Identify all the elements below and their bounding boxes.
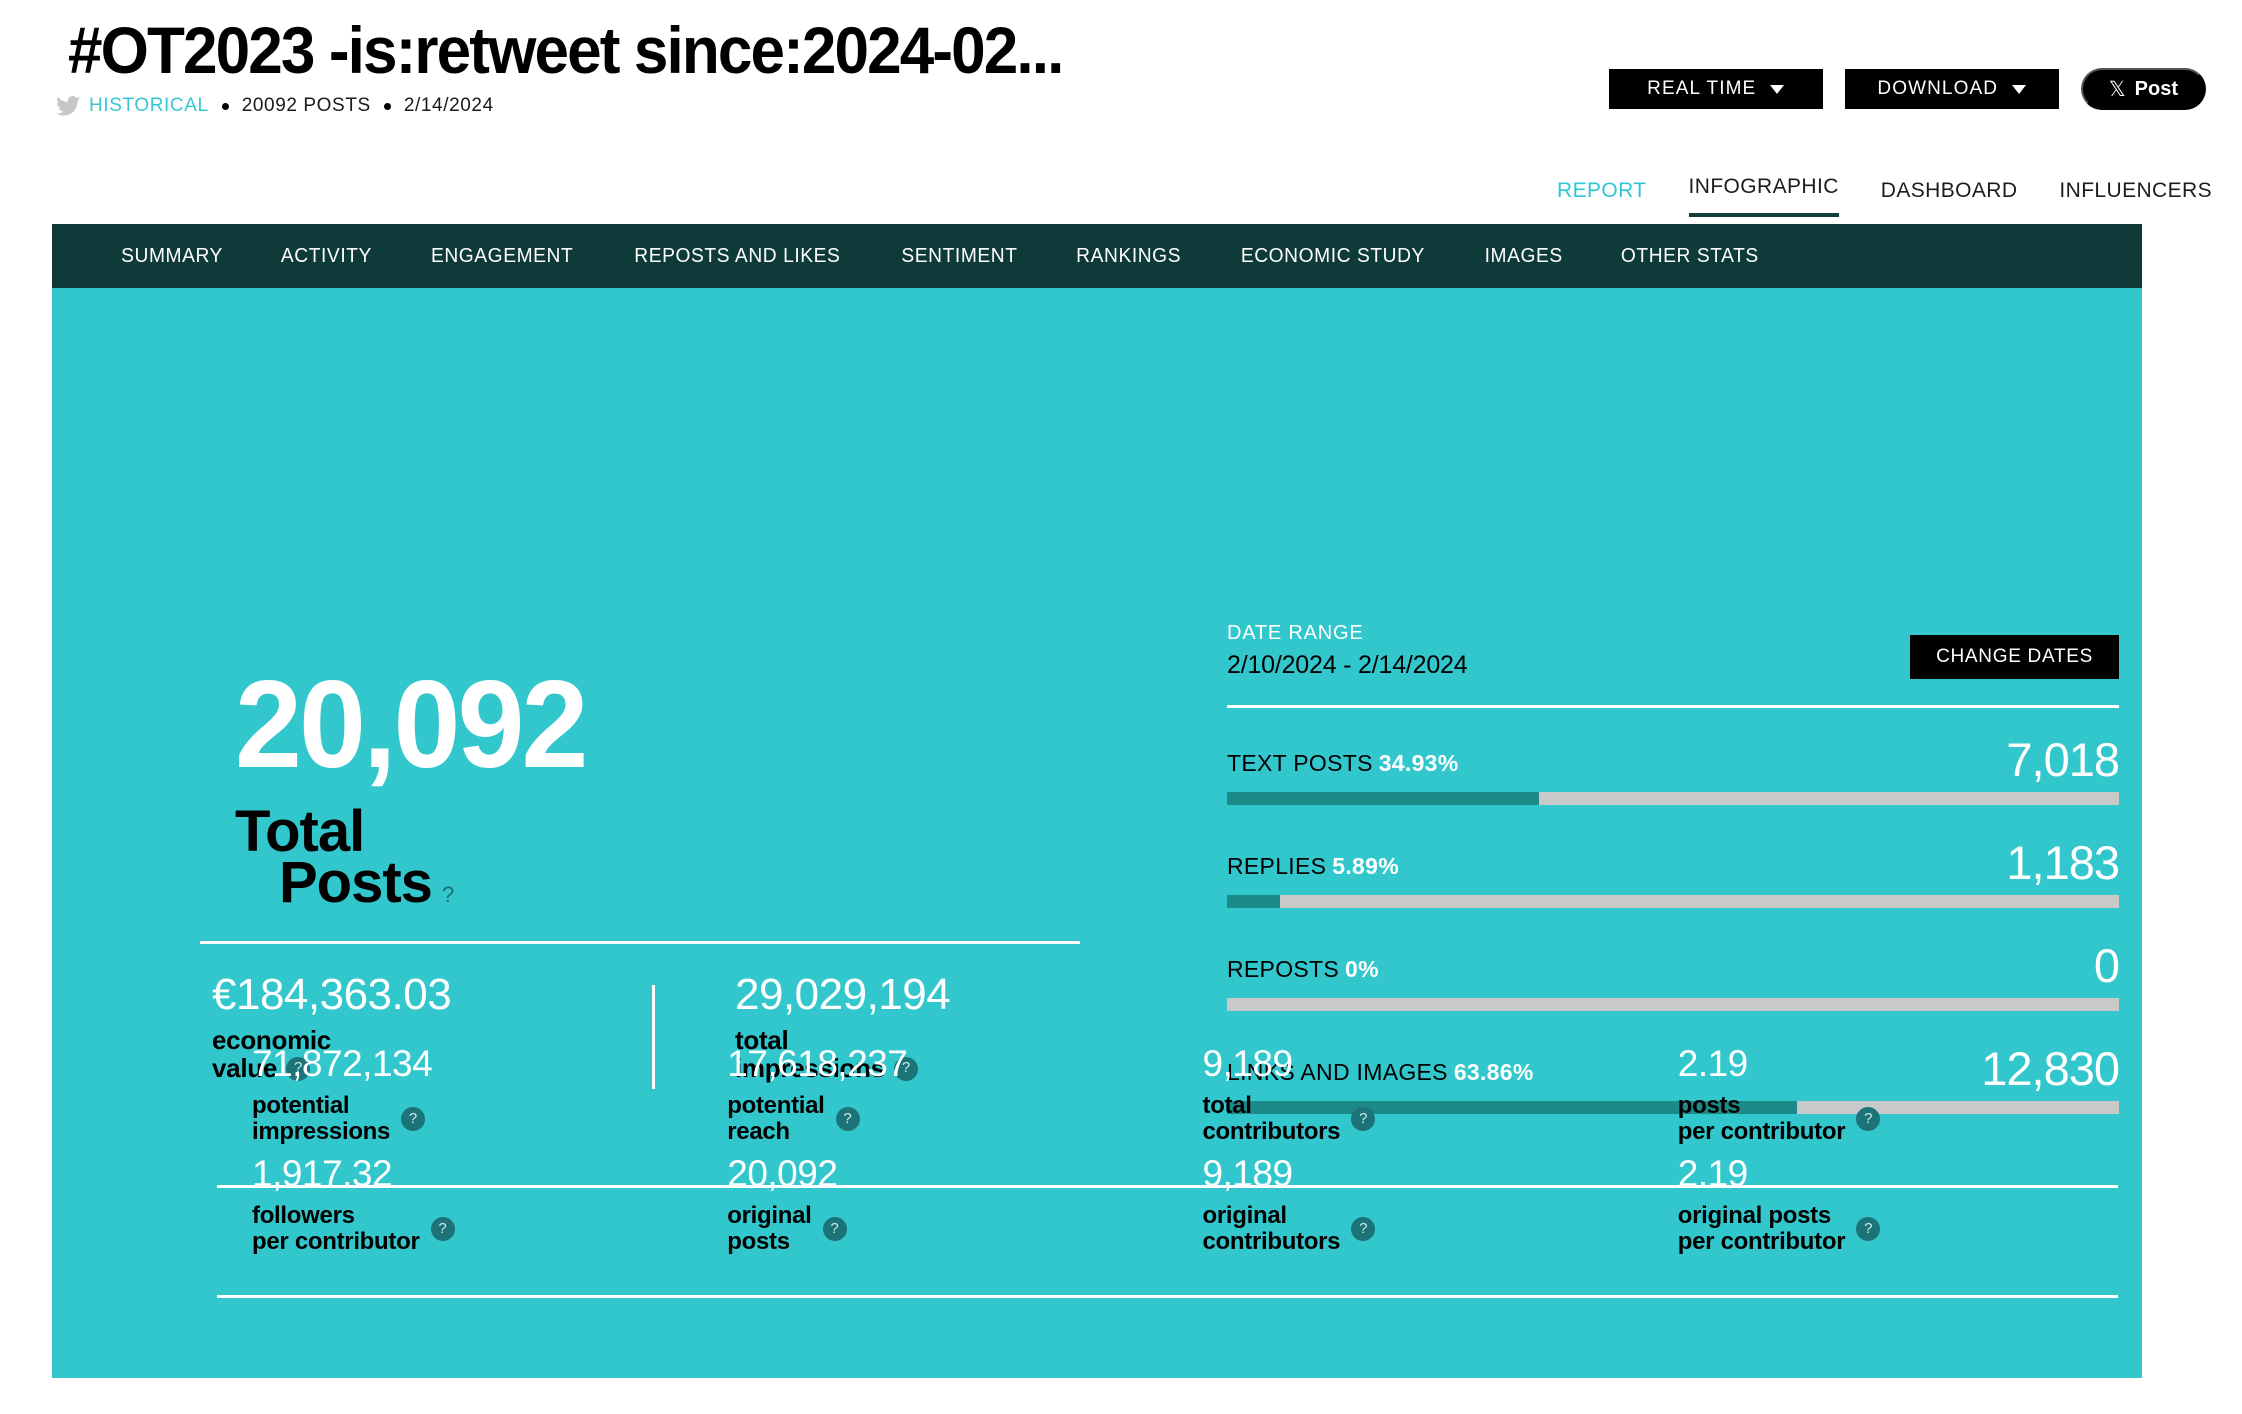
progress-track [1227,895,2119,908]
page-header: #OT2023 -is:retweet since:2024-02... HIS… [0,0,2242,224]
metric-label: original contributors [1202,1202,1341,1255]
subnav-item-other-stats[interactable]: OTHER STATS [1595,245,1785,268]
subtitle-post-count: 20092 POSTS [241,95,371,116]
total-posts-label-text: Posts [279,850,433,915]
section-navbar: SUMMARY ACTIVITY ENGAGEMENT REPOSTS AND … [52,224,2142,288]
help-icon[interactable]: ? [1351,1216,1376,1241]
metric-original-posts-per-contributor: 2.19 original posts per contributor ? [1643,1155,2118,1255]
left-divider [200,941,1080,944]
tab-infographic[interactable]: INFOGRAPHIC [1688,175,1839,217]
breakdown-count-reposts: 0 [2093,939,2120,992]
breakdown-percent-reposts: 0% [1345,956,1379,982]
metric-label: original posts [727,1202,812,1255]
breakdown-row-text-posts: TEXT POSTS 34.93% 7,018 [1227,733,2120,805]
real-time-label: REAL TIME [1647,78,1757,99]
tab-report[interactable]: REPORT [1557,179,1647,217]
metrics-row-2: 1,917.32 followers per contributor ? 20,… [217,1155,2118,1255]
subnav-item-rankings[interactable]: RANKINGS [1050,245,1207,268]
breakdown-label-text-posts: TEXT POSTS [1227,750,1373,776]
twitter-bird-icon [56,96,80,116]
metric-total-contributors: 9,189 total contributors ? [1168,1045,1643,1145]
breakdown-label-replies: REPLIES [1227,853,1327,879]
breakdown-count-text-posts: 7,018 [2006,733,2120,786]
metric-value: 71,872,134 [252,1043,433,1084]
chevron-down-icon [2012,84,2027,94]
metric-value: 20,092 [727,1153,838,1194]
metric-followers-per-contributor: 1,917.32 followers per contributor ? [217,1155,692,1255]
progress-track [1227,792,2119,805]
total-posts-value: 20,092 [235,656,588,794]
metrics-divider-2 [217,1295,2118,1298]
metric-label: posts per contributor [1677,1092,1846,1145]
metric-value: 17,618,237 [727,1043,908,1084]
separator-dot [221,102,229,110]
subnav-item-summary[interactable]: SUMMARY [95,245,249,268]
page-title: #OT2023 -is:retweet since:2024-02... [68,13,1064,87]
tab-influencers[interactable]: INFLUENCERS [2059,179,2212,217]
metric-value: 1,917.32 [252,1153,393,1194]
total-posts-label-line2: Posts ? [279,850,454,915]
metric-label: total contributors [1202,1092,1341,1145]
subtitle-date: 2/14/2024 [403,95,494,116]
progress-fill [1227,895,1280,908]
breakdown-percent-replies: 5.89% [1332,853,1399,879]
x-post-button[interactable]: 𝕏 Post [2080,68,2206,110]
progress-track [1227,998,2119,1011]
change-dates-button[interactable]: CHANGE DATES [1910,635,2119,679]
subnav-item-sentiment[interactable]: SENTIMENT [875,245,1043,268]
post-label: Post [2134,77,2178,100]
x-logo-icon: 𝕏 [2108,77,2126,101]
metric-original-posts: 20,092 original posts ? [692,1155,1167,1255]
subtitle-source[interactable]: HISTORICAL [89,95,209,117]
breakdown-row-replies: REPLIES 5.89% 1,183 [1227,836,2120,908]
subnav-item-engagement[interactable]: ENGAGEMENT [405,245,599,268]
report-body: 20,092 Total Posts ? €184,363.03 economi… [52,288,2142,1378]
breakdown-percent-text-posts: 34.93% [1378,750,1459,776]
help-icon[interactable]: ? [835,1106,860,1131]
subnav-item-images[interactable]: IMAGES [1459,245,1589,268]
right-divider [1227,705,2119,708]
download-button[interactable]: DOWNLOAD [1844,69,2059,109]
help-icon[interactable]: ? [430,1216,455,1241]
report-panel: SUMMARY ACTIVITY ENGAGEMENT REPOSTS AND … [52,224,2142,1378]
chevron-down-icon [1770,84,1785,94]
metric-potential-reach: 17,618,237 potential reach ? [692,1045,1167,1145]
help-icon[interactable]: ? [442,884,454,906]
breakdown-count-replies: 1,183 [2006,836,2120,889]
metric-value: 9,189 [1202,1043,1294,1084]
metric-label: followers per contributor [252,1202,420,1255]
metric-value: 2.19 [1677,1043,1749,1084]
help-icon[interactable]: ? [822,1216,847,1241]
metric-label: potential impressions [252,1092,391,1145]
header-subtitle: HISTORICAL 20092 POSTS 2/14/2024 [56,95,494,117]
breakdown-row-reposts: REPOSTS 0% 0 [1227,939,2120,1011]
help-icon[interactable]: ? [1856,1106,1881,1131]
subnav-item-economic-study[interactable]: ECONOMIC STUDY [1215,245,1451,268]
real-time-button[interactable]: REAL TIME [1608,69,1823,109]
metrics-row-1: 71,872,134 potential impressions ? 17,61… [217,1045,2118,1145]
total-impressions-number: 29,029,194 [735,970,951,1019]
separator-dot [383,102,391,110]
help-icon[interactable]: ? [1351,1106,1376,1131]
tab-dashboard[interactable]: DASHBOARD [1881,179,2018,217]
help-icon[interactable]: ? [1856,1216,1881,1241]
economic-value-number: €184,363.03 [212,970,452,1019]
primary-tabs: REPORT INFOGRAPHIC DASHBOARD INFLUENCERS [1557,175,2212,217]
metric-label: potential reach [727,1092,825,1145]
breakdown-label-reposts: REPOSTS [1227,956,1340,982]
help-icon[interactable]: ? [401,1106,426,1131]
metric-label: original posts per contributor [1677,1202,1846,1255]
metric-potential-impressions: 71,872,134 potential impressions ? [217,1045,692,1145]
header-actions: REAL TIME DOWNLOAD 𝕏 Post [1608,68,2206,110]
metric-original-contributors: 9,189 original contributors ? [1168,1155,1643,1255]
metric-value: 2.19 [1677,1153,1749,1194]
subnav-item-activity[interactable]: ACTIVITY [255,245,398,268]
metric-posts-per-contributor: 2.19 posts per contributor ? [1643,1045,2118,1145]
metric-value: 9,189 [1202,1153,1294,1194]
subnav-item-reposts-and-likes[interactable]: REPOSTS AND LIKES [609,245,867,268]
download-label: DOWNLOAD [1877,78,1999,99]
progress-fill [1227,792,1539,805]
